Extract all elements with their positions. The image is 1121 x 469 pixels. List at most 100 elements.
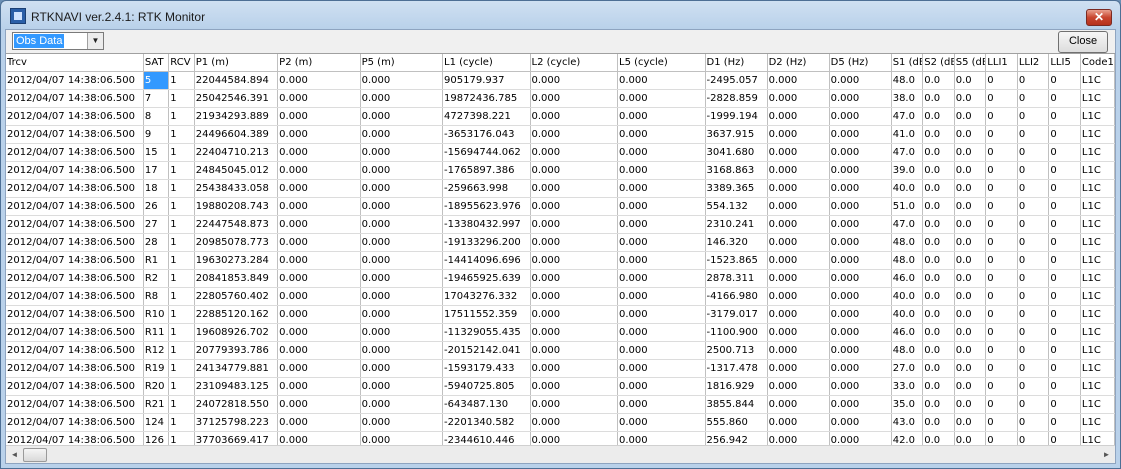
table-cell: 1 — [168, 413, 195, 432]
column-header[interactable]: Code1 — [1080, 54, 1115, 72]
table-cell: 24496604.389 — [194, 125, 279, 144]
table-cell: L1C — [1080, 341, 1115, 360]
table-cell: 1816.929 — [705, 377, 768, 396]
table-cell: R1 — [143, 251, 170, 270]
table-cell: 0.000 — [360, 323, 444, 342]
close-button[interactable]: Close — [1058, 31, 1108, 53]
table-cell: 0.000 — [767, 377, 830, 396]
window-close-button[interactable]: ✕ — [1086, 9, 1112, 26]
column-header[interactable]: LLI1 — [985, 54, 1018, 72]
table-row[interactable]: 2012/04/07 14:38:06.500 R8 1 22805760.402 0.… — [6, 287, 1115, 306]
table-cell: 1 — [168, 161, 195, 180]
table-cell: 1 — [168, 323, 195, 342]
column-header[interactable]: LLI2 — [1017, 54, 1050, 72]
table-cell: 2012/04/07 14:38:06.500 — [6, 341, 144, 360]
table-cell: -1100.900 — [705, 323, 768, 342]
column-header[interactable]: P2 (m) — [277, 54, 361, 72]
horizontal-scrollbar[interactable]: ◄ ► — [6, 445, 1115, 463]
table-cell: 0.000 — [277, 413, 361, 432]
column-header[interactable]: D2 (Hz) — [767, 54, 830, 72]
table-row[interactable]: 2012/04/07 14:38:06.500 R10 1 22885120.162 0… — [6, 305, 1115, 324]
table-row[interactable]: 2012/04/07 14:38:06.500 R21 1 24072818.550 0… — [6, 395, 1115, 414]
table-cell: 0.000 — [530, 341, 619, 360]
column-header[interactable]: Trcv — [6, 54, 144, 72]
table-cell: L1C — [1080, 161, 1115, 180]
table-row[interactable]: 2012/04/07 14:38:06.500 R11 1 19608926.702 0… — [6, 323, 1115, 342]
table-cell: 0.000 — [617, 251, 706, 270]
column-header[interactable]: SAT — [143, 54, 170, 72]
monitor-type-value: Obs Data — [14, 34, 65, 48]
monitor-type-select[interactable]: Obs Data ▼ — [12, 32, 104, 50]
table-row[interactable]: 2012/04/07 14:38:06.500 5 1 22044584.894 0.0… — [6, 71, 1115, 90]
table-cell: R10 — [143, 305, 170, 324]
scroll-thumb[interactable] — [23, 448, 47, 462]
table-cell: 1 — [168, 71, 195, 90]
table-cell: 1 — [168, 197, 195, 216]
table-row[interactable]: 2012/04/07 14:38:06.500 15 1 22404710.213 0.… — [6, 143, 1115, 162]
column-header[interactable]: S2 (dB — [922, 54, 955, 72]
table-row[interactable]: 2012/04/07 14:38:06.500 124 1 37125798.223 0… — [6, 413, 1115, 432]
table-cell: 0.000 — [277, 377, 361, 396]
column-header[interactable]: D1 (Hz) — [705, 54, 768, 72]
chevron-down-icon[interactable]: ▼ — [87, 33, 103, 49]
table-row[interactable]: 2012/04/07 14:38:06.500 28 1 20985078.773 0.… — [6, 233, 1115, 252]
table-cell: 0.000 — [617, 233, 706, 252]
table-cell: 0 — [1048, 359, 1081, 378]
table-cell: 0 — [1017, 251, 1050, 270]
column-header[interactable]: P5 (m) — [360, 54, 444, 72]
table-row[interactable]: 2012/04/07 14:38:06.500 R20 1 23109483.125 0… — [6, 377, 1115, 396]
table-row[interactable]: 2012/04/07 14:38:06.500 8 1 21934293.889 0.0… — [6, 107, 1115, 126]
column-header[interactable]: S1 (dB — [891, 54, 924, 72]
table-cell: 21934293.889 — [194, 107, 279, 126]
table-cell: 0.000 — [829, 179, 892, 198]
table-cell: 0.000 — [829, 305, 892, 324]
table-row[interactable]: 2012/04/07 14:38:06.500 7 1 25042546.391 0.0… — [6, 89, 1115, 108]
table-cell: 0.000 — [277, 107, 361, 126]
table-cell: R21 — [143, 395, 170, 414]
table-cell: 2012/04/07 14:38:06.500 — [6, 269, 144, 288]
table-row[interactable]: 2012/04/07 14:38:06.500 17 1 24845045.012 0.… — [6, 161, 1115, 180]
table-row[interactable]: 2012/04/07 14:38:06.500 R19 1 24134779.881 0… — [6, 359, 1115, 378]
table-row[interactable]: 2012/04/07 14:38:06.500 26 1 19880208.743 0.… — [6, 197, 1115, 216]
title-bar[interactable]: RTKNAVI ver.2.4.1: RTK Monitor ✕ — [1, 1, 1120, 29]
column-header[interactable]: L1 (cycle) — [442, 54, 531, 72]
obs-data-grid[interactable]: Trcv SAT RCV P1 (m) P2 (m) P5 (m) L1 (cycle) L2… — [6, 53, 1115, 451]
table-cell: 0.000 — [829, 341, 892, 360]
table-cell: 3855.844 — [705, 395, 768, 414]
column-header[interactable]: L5 (cycle) — [617, 54, 706, 72]
table-row[interactable]: 2012/04/07 14:38:06.500 18 1 25438433.058 0.… — [6, 179, 1115, 198]
table-cell: 1 — [168, 143, 195, 162]
table-cell: 25042546.391 — [194, 89, 279, 108]
table-cell: 0.0 — [954, 251, 987, 270]
column-header[interactable]: D5 (Hz) — [829, 54, 892, 72]
table-cell: 17511552.359 — [442, 305, 531, 324]
table-cell: 0.000 — [767, 71, 830, 90]
column-header[interactable]: LLI5 — [1048, 54, 1081, 72]
table-cell: 2012/04/07 14:38:06.500 — [6, 233, 144, 252]
table-row[interactable]: 2012/04/07 14:38:06.500 R2 1 20841853.849 0.… — [6, 269, 1115, 288]
table-cell: 0.0 — [954, 413, 987, 432]
table-cell: 0.000 — [617, 413, 706, 432]
table-cell: 3389.365 — [705, 179, 768, 198]
table-cell: 0.000 — [360, 287, 444, 306]
table-row[interactable]: 2012/04/07 14:38:06.500 R1 1 19630273.284 0.… — [6, 251, 1115, 270]
scroll-right-arrow-icon[interactable]: ► — [1098, 446, 1115, 463]
scroll-left-arrow-icon[interactable]: ◄ — [6, 446, 23, 463]
column-header[interactable]: S5 (dB — [954, 54, 987, 72]
column-header[interactable]: RCV — [168, 54, 195, 72]
table-row[interactable]: 2012/04/07 14:38:06.500 9 1 24496604.389 0.0… — [6, 125, 1115, 144]
table-cell: 0 — [1017, 143, 1050, 162]
table-cell: 15 — [143, 143, 170, 162]
table-cell: -20152142.041 — [442, 341, 531, 360]
table-cell: 0.000 — [360, 89, 444, 108]
table-cell: 0.0 — [922, 71, 955, 90]
table-row[interactable]: 2012/04/07 14:38:06.500 R12 1 20779393.786 0… — [6, 341, 1115, 360]
table-cell: 4727398.221 — [442, 107, 531, 126]
table-cell: -14414096.696 — [442, 251, 531, 270]
table-cell: 0.0 — [922, 377, 955, 396]
table-cell: 0.000 — [277, 269, 361, 288]
column-header[interactable]: L2 (cycle) — [530, 54, 619, 72]
column-header[interactable]: P1 (m) — [194, 54, 279, 72]
table-cell: 0.0 — [954, 161, 987, 180]
table-row[interactable]: 2012/04/07 14:38:06.500 27 1 22447548.873 0.… — [6, 215, 1115, 234]
